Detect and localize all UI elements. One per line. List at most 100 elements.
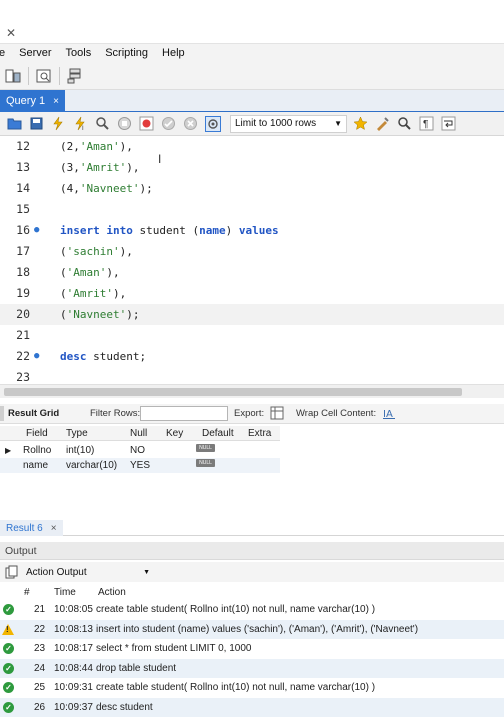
column-header[interactable]: Action	[98, 587, 126, 598]
open-folder-icon[interactable]	[6, 115, 23, 132]
invisible-chars-icon[interactable]: ¶	[418, 115, 435, 132]
wrap-cell-icon[interactable]: IA	[382, 406, 396, 423]
execute-icon[interactable]	[50, 115, 67, 132]
table-row[interactable]: name varchar(10) YES NULL	[0, 458, 280, 473]
editor-line[interactable]: 18 ('Aman'),	[0, 262, 504, 283]
output-time-cell[interactable]: 10:09:31	[54, 682, 93, 693]
table-cell[interactable]: NO	[130, 445, 145, 456]
tab-result-6[interactable]: Result 6 ×	[0, 520, 63, 536]
table-row[interactable]: ▶ Rollno int(10) NO NULL	[0, 443, 280, 458]
sql-token: ),	[126, 161, 140, 174]
action-output-select[interactable]: Action Output ▼	[22, 564, 154, 580]
editor-line[interactable]: 22 ● desc student;	[0, 346, 504, 367]
server-icon[interactable]	[4, 67, 22, 85]
sql-keyword: name	[199, 224, 226, 237]
column-header[interactable]: Type	[66, 428, 88, 439]
editor-line[interactable]: 17 ('sachin'),	[0, 241, 504, 262]
autocommit-icon[interactable]	[204, 115, 221, 132]
close-icon[interactable]: ×	[53, 96, 59, 107]
filter-rows-input[interactable]	[140, 406, 228, 421]
editor-line[interactable]: 23	[0, 367, 504, 384]
editor-line[interactable]: 16 ● insert into student (name) values	[0, 220, 504, 241]
editor-horizontal-scrollbar[interactable]	[0, 384, 504, 398]
table-cell[interactable]: Rollno	[23, 445, 51, 456]
output-number-cell[interactable]: 24	[34, 663, 45, 674]
column-header[interactable]: #	[24, 587, 30, 598]
output-time-cell[interactable]: 10:08:44	[54, 663, 93, 674]
editor-line[interactable]: 12 (2,'Aman'),	[0, 136, 504, 157]
explain-icon[interactable]	[94, 115, 111, 132]
table-cell[interactable]: varchar(10)	[66, 460, 117, 471]
editor-line[interactable]: 14 (4,'Navneet');	[0, 178, 504, 199]
table-cell[interactable]: YES	[130, 460, 150, 471]
commit-icon[interactable]	[160, 115, 177, 132]
editor-line[interactable]: 21	[0, 325, 504, 346]
table-cell[interactable]: int(10)	[66, 445, 94, 456]
limit-rows-select[interactable]: Limit to 1000 rows ▼	[230, 114, 348, 133]
save-icon[interactable]	[28, 115, 45, 132]
column-header[interactable]: Field	[26, 428, 48, 439]
schema-icon[interactable]	[66, 67, 84, 85]
output-action-cell[interactable]: insert into student (name) values ('sach…	[96, 624, 418, 635]
table-cell[interactable]: name	[23, 460, 48, 471]
null-badge[interactable]: NULL	[196, 459, 215, 467]
output-row[interactable]: 22 10:08:13insert into student (name) val…	[0, 619, 504, 639]
output-time-cell[interactable]: 10:08:17	[54, 643, 93, 654]
column-header[interactable]: Extra	[248, 428, 271, 439]
beautify-icon[interactable]	[374, 115, 391, 132]
output-number-cell[interactable]: 22	[34, 624, 45, 635]
output-number-cell[interactable]: 23	[34, 643, 45, 654]
wrap-lines-icon[interactable]	[440, 115, 457, 132]
tab-query-1[interactable]: Query 1 ×	[0, 90, 65, 112]
menu-item-file[interactable]: e	[0, 47, 12, 59]
output-action-cell[interactable]: create table student( Rollno int(10) not…	[96, 604, 375, 615]
export-icon[interactable]	[270, 406, 286, 424]
output-number-cell[interactable]: 26	[34, 702, 45, 713]
output-row[interactable]: ✓ 21 10:08:05 create table student( Rollno …	[0, 600, 504, 620]
output-action-cell[interactable]: desc student	[96, 702, 153, 713]
line-number: 19	[16, 286, 30, 300]
toggle-errors-icon[interactable]	[138, 115, 155, 132]
column-header[interactable]: Null	[130, 428, 147, 439]
editor-line[interactable]: 15	[0, 199, 504, 220]
output-row[interactable]: ✓ 24 10:08:44 drop table student	[0, 658, 504, 678]
result-grid-title[interactable]: Result Grid	[8, 408, 59, 419]
output-action-cell[interactable]: select * from student LIMIT 0, 1000	[96, 643, 251, 654]
output-title: Output	[5, 544, 37, 557]
rollback-icon[interactable]	[182, 115, 199, 132]
output-action-cell[interactable]: create table student( Rollno int(10) not…	[96, 682, 375, 693]
output-time-cell[interactable]: 10:08:13	[54, 624, 93, 635]
find-icon[interactable]	[396, 115, 413, 132]
column-header[interactable]: Time	[54, 587, 76, 598]
close-icon[interactable]: ✕	[6, 26, 16, 40]
output-time-cell[interactable]: 10:08:05	[54, 604, 93, 615]
menu-item-server[interactable]: Server	[12, 47, 58, 59]
editor-line[interactable]: 20 ('Navneet');	[0, 304, 504, 325]
menu-item-help[interactable]: Help	[155, 47, 192, 59]
menu-bar: e Server Tools Scripting Help	[0, 44, 504, 62]
inspector-icon[interactable]	[35, 67, 53, 85]
output-row[interactable]: ✓ 26 10:09:37 desc student	[0, 697, 504, 717]
editor-line[interactable]: 13 (3,'Amrit'),	[0, 157, 504, 178]
output-row[interactable]: ✓ 25 10:09:31 create table student( Rollno …	[0, 678, 504, 698]
stop-icon[interactable]	[116, 115, 133, 132]
column-header[interactable]: Key	[166, 428, 183, 439]
text-cursor-icon: I	[158, 152, 162, 166]
menu-item-tools[interactable]: Tools	[59, 47, 99, 59]
output-number-cell[interactable]: 25	[34, 682, 45, 693]
output-row[interactable]: ✓ 23 10:08:17 select * from student LIMIT 0…	[0, 639, 504, 659]
column-header[interactable]: Default	[202, 428, 234, 439]
scrollbar-thumb[interactable]	[4, 388, 462, 396]
editor-line[interactable]: 19 ('Amrit'),	[0, 283, 504, 304]
output-action-cell[interactable]: drop table student	[96, 663, 176, 674]
copy-icon[interactable]	[5, 565, 18, 582]
close-icon[interactable]: ×	[51, 523, 57, 534]
null-badge[interactable]: NULL	[196, 444, 215, 452]
output-number-cell[interactable]: 21	[34, 604, 45, 615]
wrap-cell-label: Wrap Cell Content:	[296, 408, 377, 419]
bookmark-star-icon[interactable]	[352, 115, 369, 132]
sql-editor[interactable]: 12 (2,'Aman'), 13 (3,'Amrit'), 14 (4,'Navneet…	[0, 136, 504, 384]
menu-item-scripting[interactable]: Scripting	[98, 47, 155, 59]
execute-current-icon[interactable]: I	[72, 115, 89, 132]
output-time-cell[interactable]: 10:09:37	[54, 702, 93, 713]
